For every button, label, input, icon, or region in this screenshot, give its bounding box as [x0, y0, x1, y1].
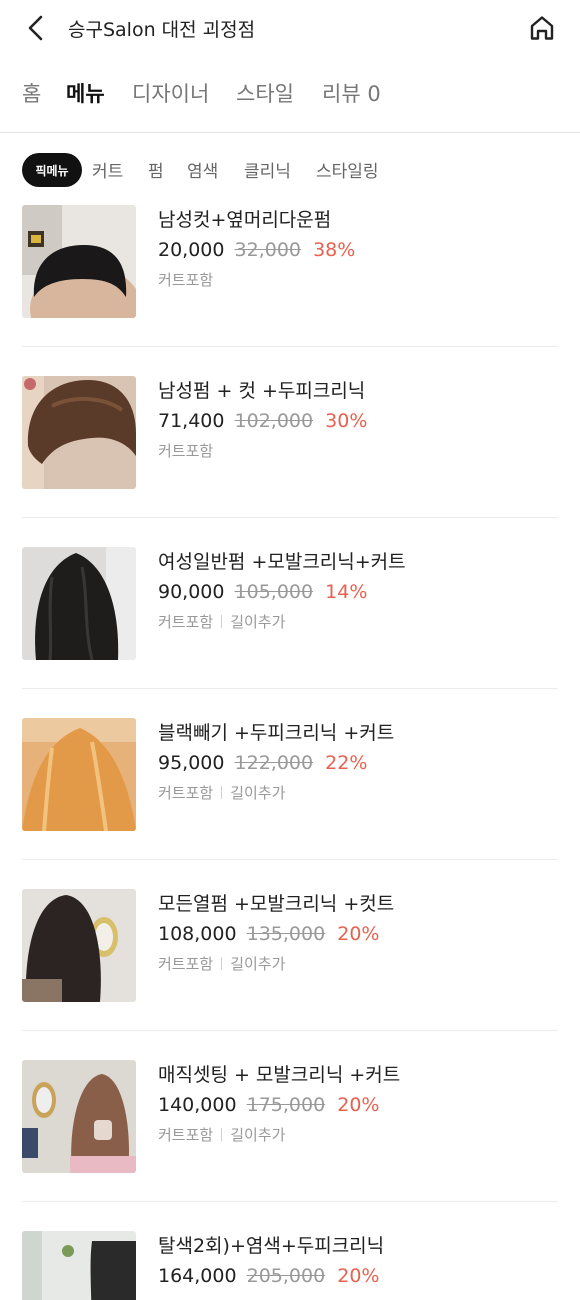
menu-item[interactable]: 여성일반펌 +모발크리닉+커트 90,000 105,000 14% 커트포함 길…: [22, 547, 558, 718]
menu-item-name: 블랙빼기 +두피크리닉 +커트: [158, 722, 395, 744]
menu-item-name: 여성일반펌 +모발크리닉+커트: [158, 551, 406, 573]
menu-item-name: 모든열펌 +모발크리닉 +컷트: [158, 893, 395, 915]
category-filter-bar: 픽메뉴 커트 펌 염색 클리닉 스타일링: [0, 150, 580, 190]
menu-item-thumbnail: [22, 718, 136, 831]
tag-separator: [221, 957, 223, 970]
tag-separator: [221, 615, 223, 628]
menu-item-tag: 커트포함: [158, 1126, 214, 1144]
home-button[interactable]: [524, 10, 560, 46]
menu-item-price-row: 90,000 105,000 14%: [158, 581, 367, 603]
menu-item-tag: 길이추가: [230, 613, 286, 631]
menu-item-tag: 커트포함: [158, 442, 214, 460]
menu-item-discount: 22%: [325, 752, 368, 774]
chevron-left-icon: [28, 15, 43, 41]
menu-item-original-price: 205,000: [246, 1265, 326, 1287]
menu-item-original-price: 102,000: [234, 410, 314, 432]
menu-item[interactable]: 블랙빼기 +두피크리닉 +커트 95,000 122,000 22% 커트포함 길…: [22, 718, 558, 889]
menu-item-thumbnail: [22, 1060, 136, 1173]
menu-item-price-row: 140,000 175,000 20%: [158, 1094, 379, 1116]
menu-item-price-row: 71,400 102,000 30%: [158, 410, 367, 432]
tag-separator: [221, 1128, 223, 1141]
menu-item-price: 20,000: [158, 239, 225, 261]
menu-item-price: 71,400: [158, 410, 225, 432]
menu-item-discount: 30%: [325, 410, 368, 432]
main-tab-bar: 홈 메뉴 디자이너 스타일 리뷰 0: [0, 70, 580, 118]
menu-item[interactable]: 남성컷+옆머리다운펌 20,000 32,000 38% 커트포함: [22, 205, 558, 376]
item-divider: [22, 346, 558, 347]
menu-item-price-row: 108,000 135,000 20%: [158, 923, 379, 945]
menu-item-tag: 길이추가: [230, 955, 286, 973]
item-divider: [22, 688, 558, 689]
item-divider: [22, 859, 558, 860]
tab-review[interactable]: 리뷰 0: [322, 78, 381, 108]
shop-title: 승구Salon 대전 괴정점: [68, 19, 256, 41]
top-bar: 승구Salon 대전 괴정점: [0, 0, 580, 56]
filter-cut[interactable]: 커트: [92, 157, 123, 182]
menu-item-price: 90,000: [158, 581, 225, 603]
tab-menu[interactable]: 메뉴: [64, 78, 107, 108]
menu-item-original-price: 32,000: [234, 239, 302, 261]
menu-item-price-row: 20,000 32,000 38%: [158, 239, 355, 261]
menu-item-discount: 20%: [337, 1094, 380, 1116]
menu-item-thumbnail: [22, 376, 136, 489]
menu-item[interactable]: 모든열펌 +모발크리닉 +컷트 108,000 135,000 20% 커트포함…: [22, 889, 558, 1060]
menu-item[interactable]: 탈색2회)+염색+두피크리닉 164,000 205,000 20%: [22, 1231, 558, 1300]
menu-item-tags: 커트포함 길이추가: [158, 782, 285, 803]
menu-item-tag: 길이추가: [230, 784, 286, 802]
menu-item-name: 남성펌 + 컷 +두피크리닉: [158, 380, 366, 402]
filter-clinic[interactable]: 클리닉: [244, 157, 291, 182]
back-button[interactable]: [18, 10, 54, 46]
menu-item[interactable]: 남성펌 + 컷 +두피크리닉 71,400 102,000 30% 커트포함: [22, 376, 558, 547]
menu-item-name: 매직셋팅 + 모발크리닉 +커트: [158, 1064, 401, 1086]
menu-item-tags: 커트포함 길이추가: [158, 1124, 285, 1145]
item-divider: [22, 517, 558, 518]
menu-item-tag: 길이추가: [230, 1126, 286, 1144]
tab-divider: [0, 132, 580, 133]
menu-item-name: 남성컷+옆머리다운펌: [158, 209, 332, 231]
menu-item-tags: 커트포함 길이추가: [158, 611, 285, 632]
menu-item-name: 탈색2회)+염색+두피크리닉: [158, 1235, 385, 1257]
menu-item-discount: 20%: [337, 923, 380, 945]
menu-item-original-price: 175,000: [246, 1094, 326, 1116]
filter-perm[interactable]: 펌: [148, 157, 164, 182]
menu-item-price: 108,000: [158, 923, 237, 945]
filter-color[interactable]: 염색: [187, 157, 218, 182]
menu-item-tags: 커트포함: [158, 440, 213, 461]
menu-item-tag: 커트포함: [158, 613, 214, 631]
menu-item-discount: 38%: [313, 239, 356, 261]
menu-item-original-price: 105,000: [234, 581, 314, 603]
menu-item-discount: 14%: [325, 581, 368, 603]
menu-item-thumbnail: [22, 547, 136, 660]
menu-item-original-price: 122,000: [234, 752, 314, 774]
home-icon: [530, 16, 554, 40]
menu-item-tag: 커트포함: [158, 271, 214, 289]
menu-item-tag: 커트포함: [158, 955, 214, 973]
menu-item-price: 95,000: [158, 752, 225, 774]
menu-item[interactable]: 매직셋팅 + 모발크리닉 +커트 140,000 175,000 20% 커트포…: [22, 1060, 558, 1231]
menu-item-thumbnail: [22, 889, 136, 1002]
tag-separator: [221, 786, 223, 799]
filter-pick-menu[interactable]: 픽메뉴: [22, 153, 82, 187]
menu-item-price-row: 164,000 205,000 20%: [158, 1265, 379, 1287]
tab-home[interactable]: 홈: [22, 78, 41, 108]
menu-item-tags: 커트포함: [158, 269, 213, 290]
menu-item-price: 140,000: [158, 1094, 237, 1116]
filter-styling[interactable]: 스타일링: [316, 157, 379, 182]
menu-item-price: 164,000: [158, 1265, 237, 1287]
item-divider: [22, 1030, 558, 1031]
menu-item-discount: 20%: [337, 1265, 380, 1287]
menu-item-tags: 커트포함 길이추가: [158, 953, 285, 974]
tab-designer[interactable]: 디자이너: [132, 78, 209, 108]
menu-item-thumbnail: [22, 205, 136, 318]
menu-item-thumbnail: [22, 1231, 136, 1300]
item-divider: [22, 1201, 558, 1202]
menu-item-original-price: 135,000: [246, 923, 326, 945]
menu-item-price-row: 95,000 122,000 22%: [158, 752, 367, 774]
tab-style[interactable]: 스타일: [236, 78, 294, 108]
menu-item-tag: 커트포함: [158, 784, 214, 802]
